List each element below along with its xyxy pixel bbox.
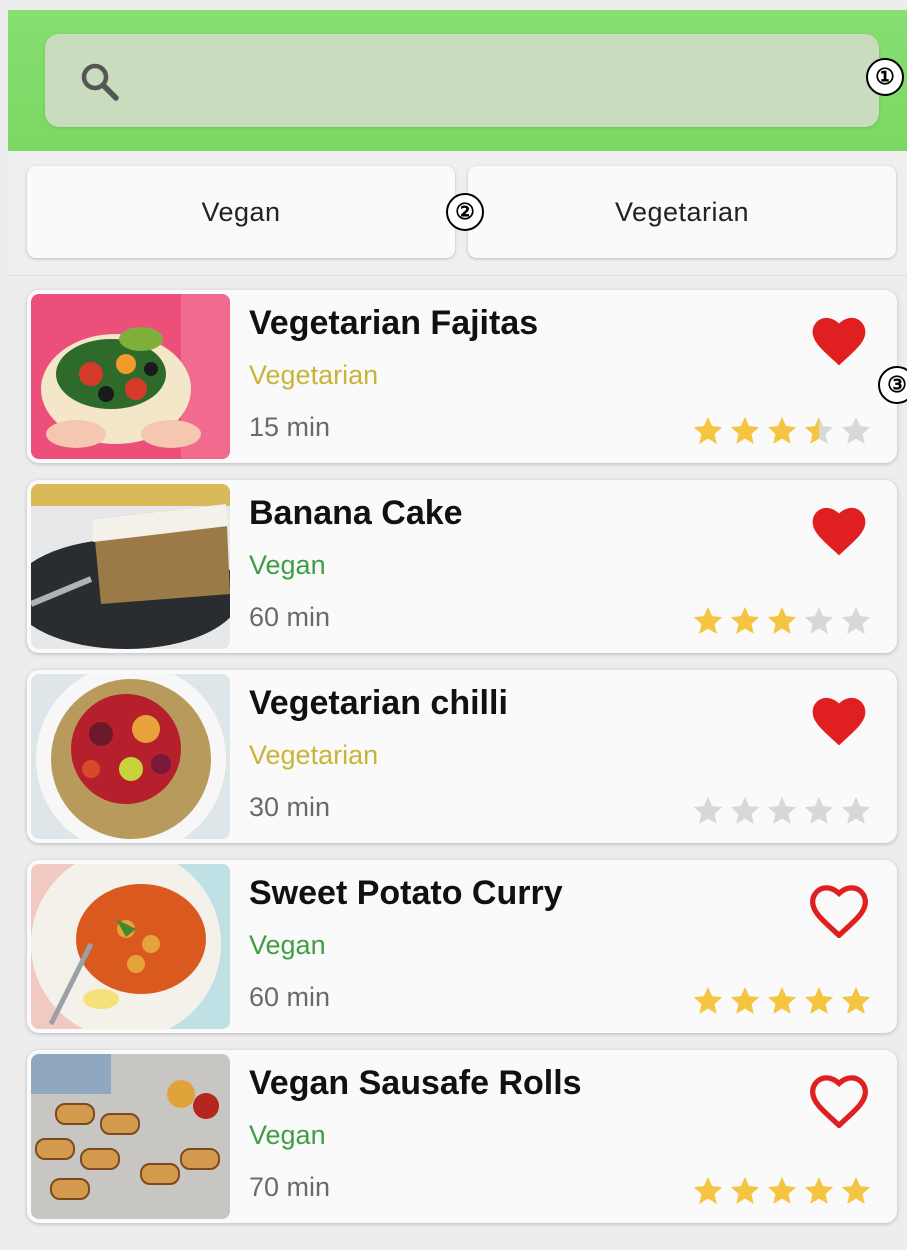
recipe-title: Sweet Potato Curry — [249, 874, 563, 912]
recipe-image — [31, 674, 230, 839]
favorite-heart-icon[interactable] — [807, 500, 871, 558]
rating-stars[interactable] — [691, 414, 873, 448]
recipe-image — [31, 484, 230, 649]
filter-vegetarian-label: Vegetarian — [614, 196, 750, 227]
star-filled-icon[interactable] — [691, 604, 725, 638]
star-filled-icon[interactable] — [728, 604, 762, 638]
star-empty-icon[interactable] — [691, 794, 725, 828]
recipe-category: Vegan — [249, 550, 326, 580]
recipe-time: 60 min — [249, 602, 331, 632]
star-filled-icon[interactable] — [802, 984, 836, 1018]
star-filled-icon[interactable] — [728, 414, 762, 448]
recipe-image — [31, 864, 230, 1029]
star-filled-icon[interactable] — [691, 414, 725, 448]
recipe-card[interactable]: Banana Cake Vegan 60 min — [27, 480, 897, 653]
favorite-heart-icon[interactable] — [807, 310, 871, 368]
star-half-icon[interactable] — [802, 414, 836, 448]
favorite-heart-icon[interactable] — [807, 690, 871, 748]
favorite-heart-outline-icon[interactable] — [807, 880, 871, 938]
rating-stars[interactable] — [691, 984, 873, 1018]
filter-vegetarian-button[interactable]: Vegetarian — [468, 166, 896, 258]
recipe-category: Vegetarian — [249, 360, 379, 390]
recipe-time: 60 min — [249, 982, 331, 1012]
recipe-image — [31, 294, 230, 459]
rating-stars[interactable] — [691, 794, 873, 828]
recipe-card[interactable]: Vegetarian Fajitas Vegetarian 15 min — [27, 290, 897, 463]
search-bar[interactable] — [45, 34, 879, 127]
star-empty-icon[interactable] — [728, 794, 762, 828]
filter-vegan-button[interactable]: Vegan — [27, 166, 455, 258]
star-filled-icon[interactable] — [765, 604, 799, 638]
star-empty-icon[interactable] — [802, 604, 836, 638]
recipe-title: Vegan Sausafe Rolls — [249, 1064, 582, 1102]
recipe-card[interactable]: Sweet Potato Curry Vegan 60 min — [27, 860, 897, 1033]
star-empty-icon[interactable] — [765, 794, 799, 828]
star-filled-icon[interactable] — [765, 414, 799, 448]
recipe-title: Vegetarian Fajitas — [249, 304, 539, 342]
star-empty-icon[interactable] — [839, 414, 873, 448]
recipe-time: 15 min — [249, 412, 331, 442]
star-filled-icon[interactable] — [691, 1174, 725, 1208]
star-filled-icon[interactable] — [728, 984, 762, 1018]
favorite-heart-outline-icon[interactable] — [807, 1070, 871, 1128]
annotation-marker-2: ② — [446, 193, 484, 231]
app-header — [8, 10, 907, 151]
star-filled-icon[interactable] — [839, 984, 873, 1018]
star-filled-icon[interactable] — [802, 1174, 836, 1208]
star-filled-icon[interactable] — [765, 1174, 799, 1208]
star-filled-icon[interactable] — [691, 984, 725, 1018]
recipe-category: Vegan — [249, 930, 326, 960]
recipe-image — [31, 1054, 230, 1219]
search-input[interactable] — [145, 62, 849, 102]
star-empty-icon[interactable] — [839, 604, 873, 638]
star-filled-icon[interactable] — [765, 984, 799, 1018]
search-icon — [81, 63, 119, 101]
recipe-category: Vegan — [249, 1120, 326, 1150]
star-filled-icon[interactable] — [728, 1174, 762, 1208]
recipe-time: 70 min — [249, 1172, 331, 1202]
star-filled-icon[interactable] — [839, 1174, 873, 1208]
rating-stars[interactable] — [691, 1174, 873, 1208]
annotation-marker-1: ① — [866, 58, 904, 96]
star-empty-icon[interactable] — [839, 794, 873, 828]
recipe-title: Vegetarian chilli — [249, 684, 508, 722]
recipe-time: 30 min — [249, 792, 331, 822]
star-empty-icon[interactable] — [802, 794, 836, 828]
recipe-card[interactable]: Vegetarian chilli Vegetarian 30 min — [27, 670, 897, 843]
rating-stars[interactable] — [691, 604, 873, 638]
recipe-category: Vegetarian — [249, 740, 379, 770]
recipe-title: Banana Cake — [249, 494, 463, 532]
filter-vegan-label: Vegan — [201, 196, 281, 227]
recipe-card[interactable]: Vegan Sausafe Rolls Vegan 70 min — [27, 1050, 897, 1223]
